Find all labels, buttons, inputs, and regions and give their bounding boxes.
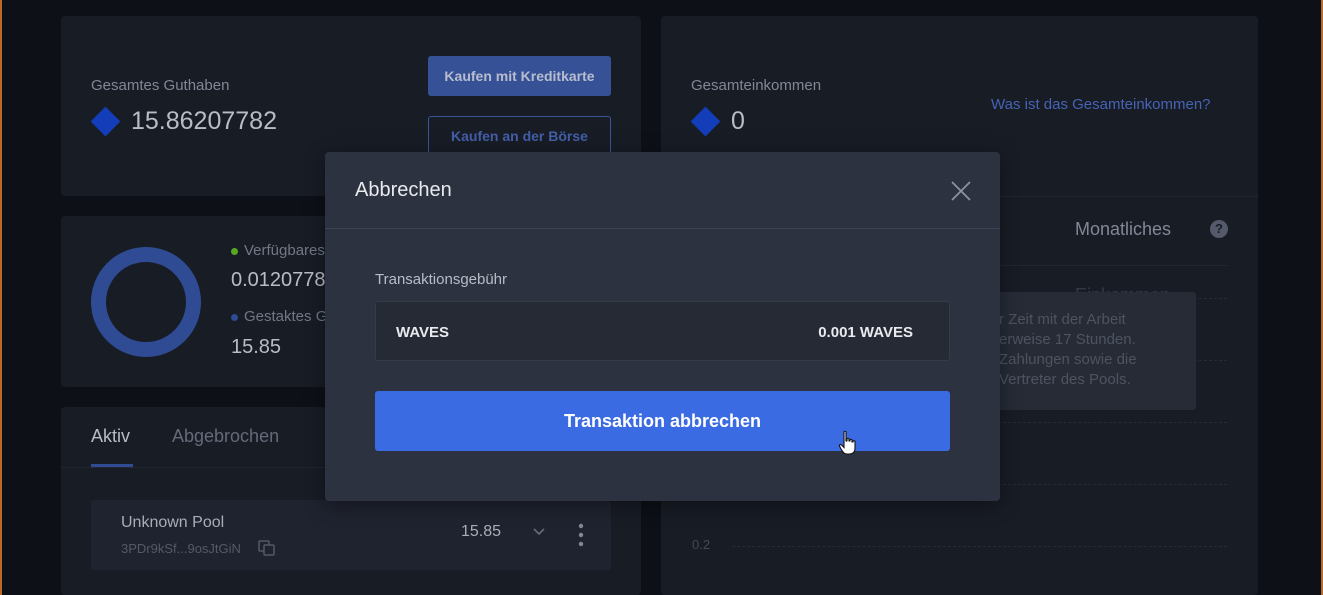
cancel-modal: Abbrechen Transaktionsgebühr WAVES 0.001… bbox=[325, 152, 1000, 501]
fee-box: WAVES 0.001 WAVES bbox=[375, 301, 950, 361]
fee-label: Transaktionsgebühr bbox=[375, 271, 508, 288]
fee-amount: 0.001 WAVES bbox=[818, 324, 913, 341]
modal-title: Abbrechen bbox=[355, 179, 452, 201]
modal-divider bbox=[325, 228, 1000, 229]
close-icon[interactable] bbox=[949, 179, 973, 203]
fee-asset: WAVES bbox=[396, 324, 450, 341]
cancel-transaction-button[interactable]: Transaktion abbrechen bbox=[375, 391, 950, 451]
hand-cursor-icon bbox=[838, 430, 856, 455]
